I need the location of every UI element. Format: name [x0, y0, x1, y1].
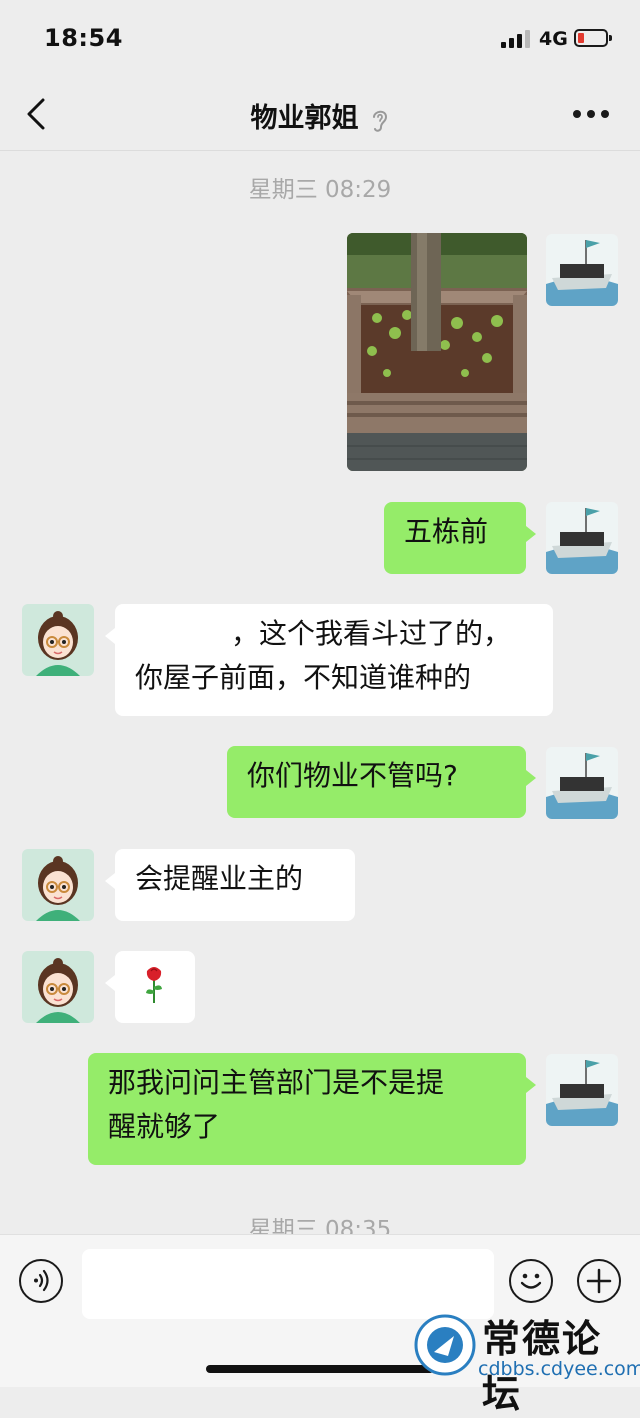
my-avatar[interactable]	[546, 234, 618, 306]
received-emoji-bubble[interactable]	[105, 951, 195, 1023]
received-message-bubble[interactable]: 会提醒业主的	[105, 849, 355, 921]
contact-avatar[interactable]	[22, 849, 94, 921]
voice-icon	[34, 1269, 49, 1292]
sent-message-bubble[interactable]: 那我问问主管部门是不是提 醒就够了	[88, 1053, 536, 1165]
chat-header: 物业郭姐	[0, 80, 640, 151]
status-bar: 18:54 4G	[0, 0, 640, 80]
contact-avatar[interactable]	[22, 951, 94, 1023]
more-functions-button[interactable]	[577, 1259, 621, 1303]
network-type: 4G	[539, 28, 568, 50]
redacted-area	[129, 616, 227, 656]
message-text-line: 那我问问主管部门是不是提	[108, 1066, 445, 1099]
message-input[interactable]	[82, 1249, 494, 1319]
home-indicator[interactable]	[206, 1365, 434, 1373]
my-avatar[interactable]	[546, 502, 618, 574]
message-text-line: 你屋子前面，不知道谁种的	[135, 661, 472, 694]
message-timestamp: 星期三 08:29	[248, 177, 392, 203]
message-text: 会提醒业主的	[135, 862, 304, 895]
message-text: 你们物业不管吗?	[247, 759, 458, 792]
battery-icon	[574, 29, 612, 47]
my-avatar[interactable]	[546, 747, 618, 819]
status-time: 18:54	[44, 24, 123, 52]
cellular-signal-icon	[501, 30, 531, 48]
watermark-url: cdbbs.cdyee.com	[478, 1358, 640, 1380]
my-avatar[interactable]	[546, 1054, 618, 1126]
voice-input-button[interactable]	[19, 1259, 63, 1303]
earpiece-mode-icon	[370, 107, 390, 139]
plus-icon	[586, 1268, 612, 1294]
sent-message-bubble[interactable]: 五栋前	[384, 502, 536, 574]
message-text-line: 醒就够了	[108, 1110, 221, 1143]
smiley-icon	[520, 1273, 542, 1289]
contact-avatar[interactable]	[22, 604, 94, 676]
received-message-bubble[interactable]: ，这个我看斗过了的， 你屋子前面，不知道谁种的	[105, 604, 553, 716]
more-options-button[interactable]	[573, 110, 613, 120]
rose-icon	[143, 965, 165, 1018]
sent-message-bubble[interactable]: 你们物业不管吗?	[227, 746, 536, 818]
forum-logo	[414, 1314, 476, 1376]
sent-photo[interactable]	[347, 233, 527, 471]
emoji-button[interactable]	[509, 1259, 553, 1303]
chat-title[interactable]: 物业郭姐	[250, 103, 358, 134]
message-text: 五栋前	[404, 515, 489, 548]
